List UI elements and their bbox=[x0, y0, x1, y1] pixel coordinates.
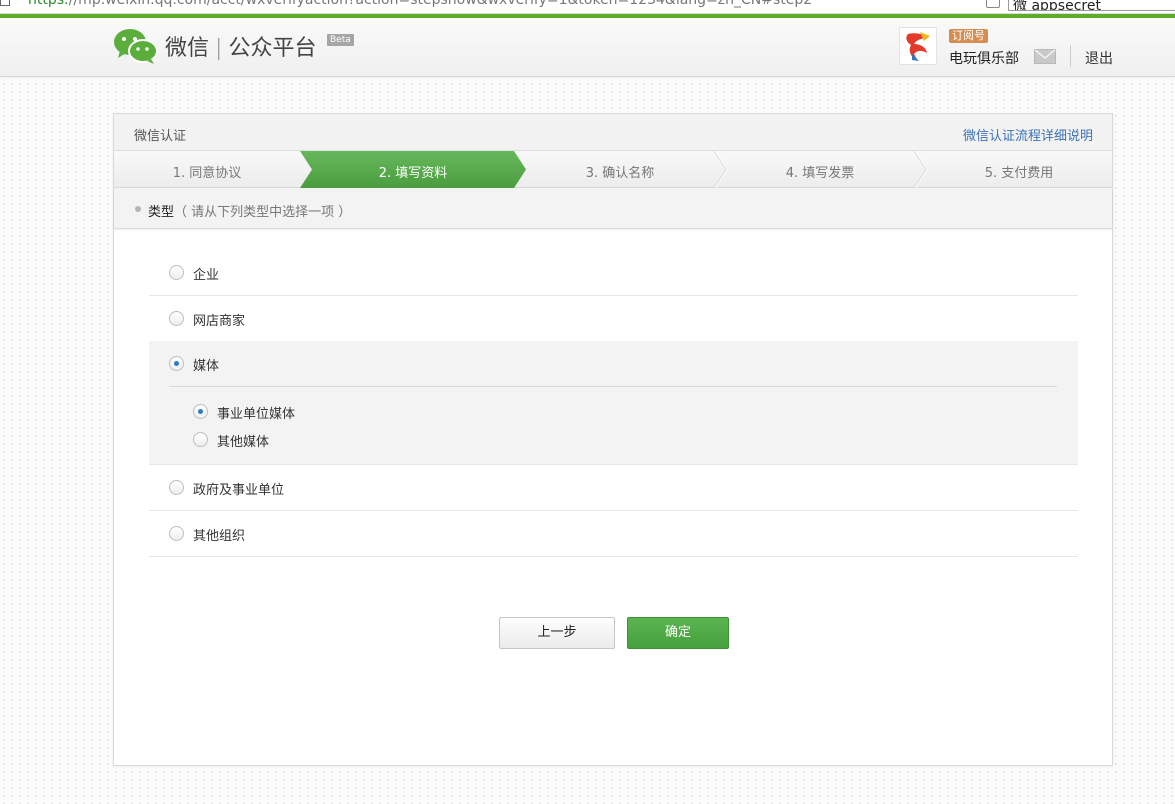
step-progress: 1. 同意协议 2. 填写资料 3. 确认名称 4. 填写发票 5. 支付费用 bbox=[114, 151, 1112, 188]
step-1: 1. 同意协议 bbox=[172, 166, 242, 181]
step-2-active: 2. 填写资料 bbox=[378, 166, 448, 181]
account-type-badge: 订阅号 bbox=[949, 29, 988, 43]
radio-institution-media[interactable] bbox=[193, 404, 208, 419]
verification-help-link[interactable]: 微信认证流程详细说明 bbox=[963, 125, 1093, 144]
beta-badge: Beta bbox=[327, 34, 354, 46]
sub-option-label: 事业单位媒体 bbox=[217, 407, 296, 422]
type-option-other-org[interactable]: 其他组织 bbox=[149, 511, 1078, 557]
account-name[interactable]: 电玩俱乐部 bbox=[949, 48, 1019, 68]
radio-media[interactable] bbox=[169, 356, 184, 371]
address-bar[interactable]: https://mp.weixin.qq.com/acct/wxverifyac… bbox=[28, 0, 812, 8]
browser-search-box[interactable]: 微 appsecret bbox=[1008, 0, 1175, 11]
bullet-icon bbox=[135, 206, 141, 212]
title-separator: | bbox=[215, 36, 223, 61]
radio-enterprise[interactable] bbox=[169, 265, 184, 280]
type-option-online-store[interactable]: 网店商家 bbox=[149, 296, 1078, 341]
radio-other-org[interactable] bbox=[169, 526, 184, 541]
option-label: 网店商家 bbox=[193, 314, 246, 329]
toolbar-button[interactable] bbox=[986, 0, 1000, 8]
header-divider bbox=[1070, 45, 1071, 67]
browser-toolbar: https://mp.weixin.qq.com/acct/wxverifyac… bbox=[0, 0, 1175, 14]
option-label: 政府及事业单位 bbox=[193, 483, 285, 498]
radio-online-store[interactable] bbox=[169, 311, 184, 326]
section-title: 类型（ 请从下列类型中选择一项 ） bbox=[148, 205, 352, 220]
type-section-header: 类型（ 请从下列类型中选择一项 ） bbox=[114, 188, 1112, 229]
panel-header: 微信认证 微信认证流程详细说明 bbox=[114, 114, 1112, 151]
sub-option-label: 其他媒体 bbox=[217, 435, 270, 450]
option-label: 其他组织 bbox=[193, 529, 246, 544]
previous-step-button[interactable]: 上一步 bbox=[499, 617, 615, 649]
option-label: 媒体 bbox=[193, 359, 220, 374]
page-icon bbox=[0, 0, 10, 6]
verification-panel: 微信认证 微信认证流程详细说明 1. 同意协议 2. 填写资料 3. 确认名称 … bbox=[113, 113, 1113, 766]
radio-government[interactable] bbox=[169, 480, 184, 495]
media-divider bbox=[169, 386, 1057, 387]
panel-title: 微信认证 bbox=[134, 129, 187, 144]
type-option-government[interactable]: 政府及事业单位 bbox=[149, 465, 1078, 511]
type-option-media[interactable]: 媒体 bbox=[149, 341, 1078, 386]
confirm-button[interactable]: 确定 bbox=[627, 617, 729, 649]
mail-icon[interactable] bbox=[1034, 49, 1056, 64]
radio-other-media[interactable] bbox=[193, 432, 208, 447]
step-4: 4. 填写发票 bbox=[785, 166, 855, 181]
step-chevron bbox=[913, 151, 927, 188]
step-5: 5. 支付费用 bbox=[984, 166, 1054, 181]
site-title: 微信 | 公众平台 bbox=[165, 36, 317, 61]
step-chevron bbox=[713, 151, 727, 188]
step-3: 3. 确认名称 bbox=[585, 166, 655, 181]
type-option-media-expanded: 媒体 事业单位媒体 其他媒体 bbox=[149, 341, 1078, 465]
option-label: 企业 bbox=[193, 268, 220, 283]
wechat-logo-icon[interactable] bbox=[113, 27, 159, 65]
site-header: 微信 | 公众平台 Beta 订阅号 电玩俱乐部 退出 bbox=[0, 18, 1175, 77]
logout-link[interactable]: 退出 bbox=[1085, 48, 1113, 68]
avatar[interactable] bbox=[899, 27, 937, 65]
account-avatar-image bbox=[906, 32, 930, 61]
type-option-enterprise[interactable]: 企业 bbox=[149, 250, 1078, 296]
